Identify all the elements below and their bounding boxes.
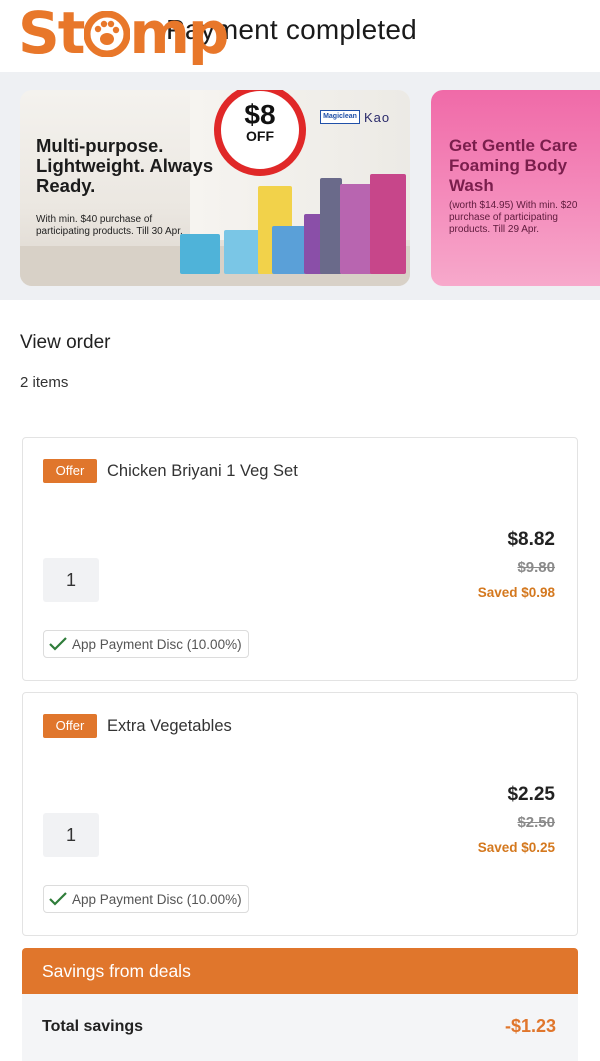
product-pack: [340, 184, 374, 274]
offer-tag: Offer: [43, 459, 97, 483]
banner-subtext: (worth $14.95) With min. $20 purchase of…: [449, 200, 578, 235]
checkmark-icon: [49, 637, 67, 651]
item-original-price: $2.50: [517, 814, 555, 831]
item-name: Extra Vegetables: [107, 717, 232, 735]
paw-icon: [83, 8, 130, 66]
discount-pill: App Payment Disc (10.00%): [43, 630, 249, 658]
stomp-logo: St mp: [18, 4, 229, 66]
product-image: [180, 174, 410, 274]
badge-label: OFF: [246, 128, 274, 144]
offer-tag: Offer: [43, 714, 97, 738]
total-savings-label: Total savings: [42, 1018, 144, 1035]
magiclean-brand-logo: Magiclean: [320, 110, 360, 124]
item-price: $8.82: [507, 529, 555, 550]
promo-banner-body-wash[interactable]: Get Gentle Care Foaming Body Wash (worth…: [431, 90, 600, 286]
item-price: $2.25: [507, 784, 555, 805]
item-saved: Saved $0.98: [477, 585, 555, 600]
kao-brand-logo: Kao: [364, 110, 391, 125]
product-pack: [224, 230, 260, 274]
banner-headline: Get Gentle Care Foaming Body Wash: [449, 136, 578, 195]
savings-summary: Total savings -$1.23: [22, 994, 578, 1061]
discount-pill: App Payment Disc (10.00%): [43, 885, 249, 913]
total-savings-value: -$1.23: [504, 1016, 556, 1036]
product-pack: [272, 226, 306, 274]
product-pack: [320, 178, 342, 274]
order-item-card: Offer Chicken Briyani 1 Veg Set $8.82 1 …: [22, 437, 578, 681]
savings-header: Savings from deals: [22, 948, 578, 994]
logo-text-part: St: [18, 0, 85, 67]
discount-label: App Payment Disc (10.00%): [72, 636, 242, 652]
item-saved: Saved $0.25: [477, 840, 555, 855]
item-original-price: $9.80: [517, 559, 555, 576]
item-quantity: 1: [43, 813, 99, 857]
page: Payment completed St mp Multi-purpose. Li…: [0, 0, 600, 1061]
product-pack: [370, 174, 406, 274]
discount-label: App Payment Disc (10.00%): [72, 891, 242, 907]
checkmark-icon: [49, 892, 67, 906]
product-pack: [180, 234, 220, 274]
view-order-title[interactable]: View order: [20, 332, 110, 354]
badge-amount: $8: [244, 99, 276, 130]
logo-text-part: mp: [129, 0, 230, 67]
item-quantity: 1: [43, 558, 99, 602]
order-item-card: Offer Extra Vegetables $2.25 1 $2.50 Sav…: [22, 692, 578, 936]
app-header: Payment completed St mp: [0, 0, 600, 72]
promo-banner-magiclean[interactable]: Multi-purpose. Lightweight. Always Ready…: [20, 90, 410, 286]
item-name: Chicken Briyani 1 Veg Set: [107, 462, 298, 480]
item-count: 2 items: [20, 374, 69, 391]
